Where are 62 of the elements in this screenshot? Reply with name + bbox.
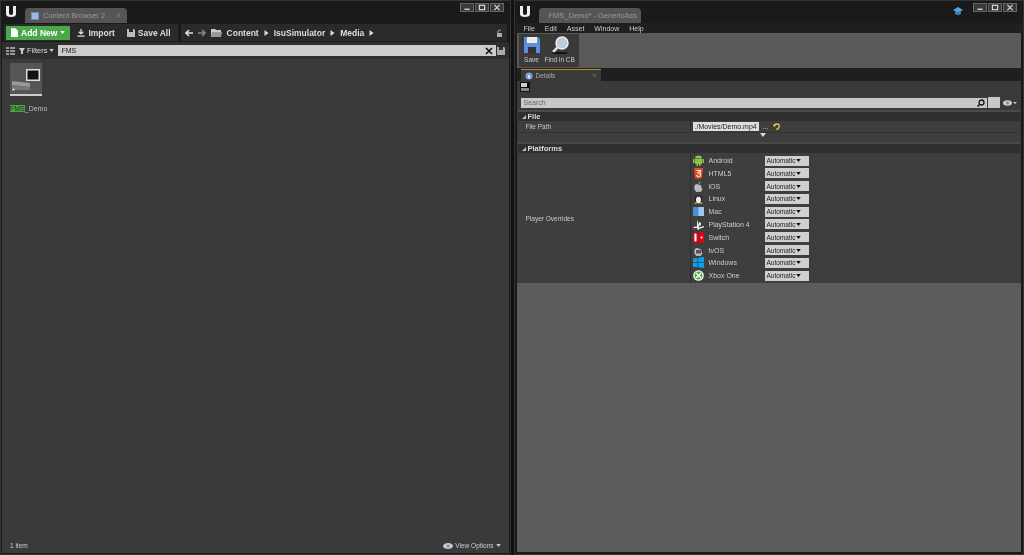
- caret-icon: [796, 248, 802, 252]
- collapse-arrow-icon: [521, 146, 526, 151]
- sphere-logo-icon: [692, 270, 704, 282]
- info-icon: [524, 71, 533, 80]
- tree-view-icon: [6, 46, 15, 55]
- document-icon: [11, 28, 18, 37]
- close-button[interactable]: [489, 3, 504, 12]
- arrow-right-icon: [330, 29, 336, 36]
- minimize-button[interactable]: [973, 3, 987, 12]
- expand-arrow-icon: [760, 133, 766, 137]
- caret-icon: [796, 210, 802, 214]
- arrow-right-icon: [263, 29, 269, 36]
- eye-icon: [443, 542, 454, 549]
- funnel-icon: [19, 47, 25, 54]
- engine-logo-icon: [517, 4, 532, 18]
- close-button[interactable]: [1003, 3, 1017, 12]
- close-icon: [491, 4, 502, 11]
- maximize-button[interactable]: [474, 3, 489, 12]
- breadcrumb-item[interactable]: Content: [226, 27, 259, 38]
- save-search-icon: [496, 46, 505, 55]
- save-all-button[interactable]: Save All: [121, 25, 176, 40]
- back-arrow-icon: [184, 28, 193, 37]
- engine-logo-icon: [4, 4, 18, 18]
- eye-icon: [1003, 99, 1017, 106]
- download-icon: [77, 28, 86, 37]
- caret-icon: [796, 274, 802, 278]
- import-button[interactable]: Import: [72, 25, 120, 40]
- asset-icon: [519, 82, 530, 92]
- graduation-cap-icon: [953, 7, 963, 16]
- asset-thumbnail[interactable]: [10, 63, 42, 96]
- breadcrumb-item[interactable]: IsuSimulator: [273, 27, 326, 38]
- arrow-right-icon: [369, 29, 375, 36]
- minimize-button[interactable]: [459, 3, 474, 12]
- close-icon: [116, 13, 121, 18]
- maximize-icon: [990, 4, 1000, 11]
- breadcrumb-item[interactable]: Media: [340, 27, 365, 38]
- shield-icon: [692, 167, 704, 179]
- windows-logo-icon: [692, 257, 704, 269]
- maximize-button[interactable]: [988, 3, 1002, 12]
- caret-icon: [796, 261, 802, 265]
- caret-icon: [495, 544, 501, 547]
- caret-icon: [796, 223, 802, 226]
- forward-arrow-icon: [197, 28, 206, 37]
- reset-arrow-icon: [772, 123, 780, 130]
- caret-icon: [796, 159, 802, 162]
- folder-icon: [210, 28, 222, 37]
- caret-icon: [49, 49, 55, 52]
- caret-icon: [796, 235, 802, 239]
- console-icon: [692, 231, 704, 243]
- apple-icon: [692, 180, 704, 192]
- collapse-arrow-icon: [521, 114, 526, 119]
- lock-icon: [495, 28, 503, 37]
- caret-icon: [796, 184, 802, 188]
- close-icon: [1005, 4, 1015, 11]
- android-robot-icon: [692, 155, 704, 166]
- maximize-icon: [476, 4, 487, 11]
- penguin-icon: [692, 193, 704, 205]
- caret-icon: [796, 171, 802, 175]
- close-icon: [591, 72, 597, 78]
- magnifier-icon: [550, 36, 569, 54]
- caret-icon: [796, 197, 802, 201]
- caret-icon: [60, 31, 66, 34]
